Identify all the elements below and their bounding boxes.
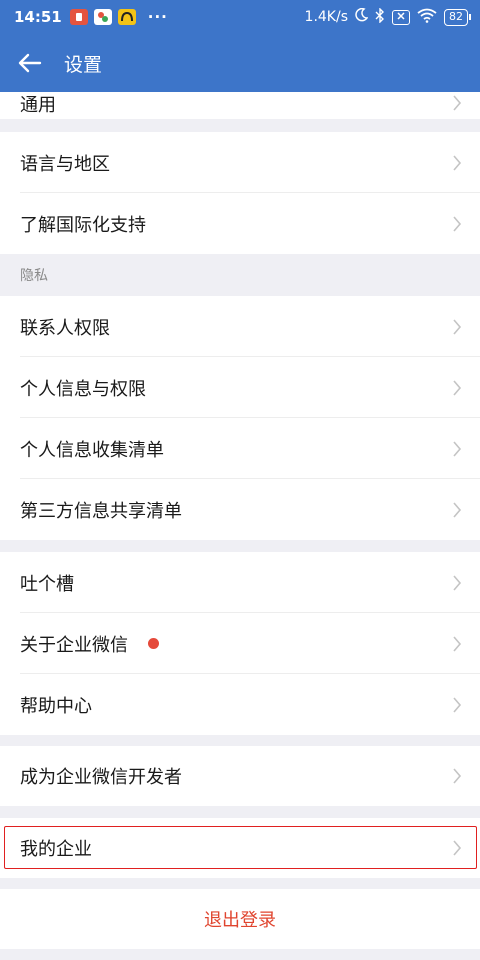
settings-list[interactable]: 通用 语言与地区 了解国际化支持 隐私 联系人权限 个人信息与权限 个人信息收集… [0, 92, 480, 960]
bluetooth-icon [375, 6, 385, 27]
settings-item-personal-info-permission[interactable]: 个人信息与权限 [0, 357, 480, 418]
chevron-right-icon [453, 696, 462, 713]
chevron-right-icon [453, 635, 462, 652]
section-header-privacy: 隐私 [0, 254, 480, 296]
settings-item-label: 我的企业 [20, 839, 92, 860]
chevron-right-icon [453, 154, 462, 171]
battery-icon: 82 [444, 8, 471, 26]
status-time: 14:51 [14, 8, 62, 26]
moon-icon [355, 7, 369, 26]
chevron-right-icon [453, 379, 462, 396]
settings-item-about[interactable]: 关于企业微信 [0, 613, 480, 674]
settings-item-label: 第三方信息共享清单 [20, 500, 182, 522]
notification-app-icon [117, 9, 136, 25]
back-arrow-icon [18, 53, 42, 73]
settings-item-feedback[interactable]: 吐个槽 [0, 552, 480, 613]
chevron-right-icon [453, 95, 462, 111]
settings-item-label: 通用 [20, 95, 56, 116]
notification-app-icon [69, 9, 88, 25]
chevron-right-icon [453, 768, 462, 784]
wifi-icon [417, 8, 437, 27]
settings-item-general[interactable]: 通用 [0, 92, 480, 119]
settings-item-language-region[interactable]: 语言与地区 [0, 132, 480, 193]
logout-button[interactable]: 退出登录 [0, 889, 480, 949]
settings-item-label: 关于企业微信 [20, 634, 128, 656]
chevron-right-icon [453, 501, 462, 518]
chevron-right-icon [453, 440, 462, 457]
settings-item-help-center[interactable]: 帮助中心 [0, 674, 480, 735]
settings-item-label: 个人信息收集清单 [20, 439, 164, 461]
chevron-right-icon [453, 840, 462, 856]
settings-item-contacts-permission[interactable]: 联系人权限 [0, 296, 480, 357]
page-title: 设置 [64, 53, 103, 76]
settings-item-become-developer[interactable]: 成为企业微信开发者 [0, 746, 480, 806]
section-gap [0, 949, 480, 960]
status-bar: 14:51 ··· 1.4K/s 82 [0, 0, 480, 34]
settings-item-label: 个人信息与权限 [20, 378, 146, 400]
settings-item-label: 语言与地区 [20, 153, 110, 175]
section-gap [0, 540, 480, 552]
settings-item-label: 了解国际化支持 [20, 214, 146, 236]
settings-item-i18n-support[interactable]: 了解国际化支持 [0, 193, 480, 254]
section-gap [0, 119, 480, 132]
settings-item-personal-info-collection[interactable]: 个人信息收集清单 [0, 418, 480, 479]
no-sim-icon [392, 9, 410, 25]
settings-item-label: 成为企业微信开发者 [20, 767, 182, 788]
section-gap [0, 735, 480, 746]
section-gap [0, 806, 480, 818]
chevron-right-icon [453, 318, 462, 335]
title-bar: 设置 [0, 34, 480, 92]
network-speed: 1.4K/s [304, 9, 348, 25]
new-badge-dot [148, 638, 159, 649]
settings-item-label: 吐个槽 [20, 573, 74, 595]
chevron-right-icon [453, 574, 462, 591]
settings-item-third-party-sharing[interactable]: 第三方信息共享清单 [0, 479, 480, 540]
back-button[interactable] [0, 34, 60, 92]
more-notifications-icon: ··· [147, 8, 168, 26]
settings-item-label: 帮助中心 [20, 695, 92, 717]
settings-item-label: 联系人权限 [20, 317, 110, 339]
settings-item-my-enterprise[interactable]: 我的企业 [0, 818, 480, 878]
notification-app-icon [93, 9, 112, 25]
section-gap [0, 878, 480, 889]
chevron-right-icon [453, 215, 462, 232]
